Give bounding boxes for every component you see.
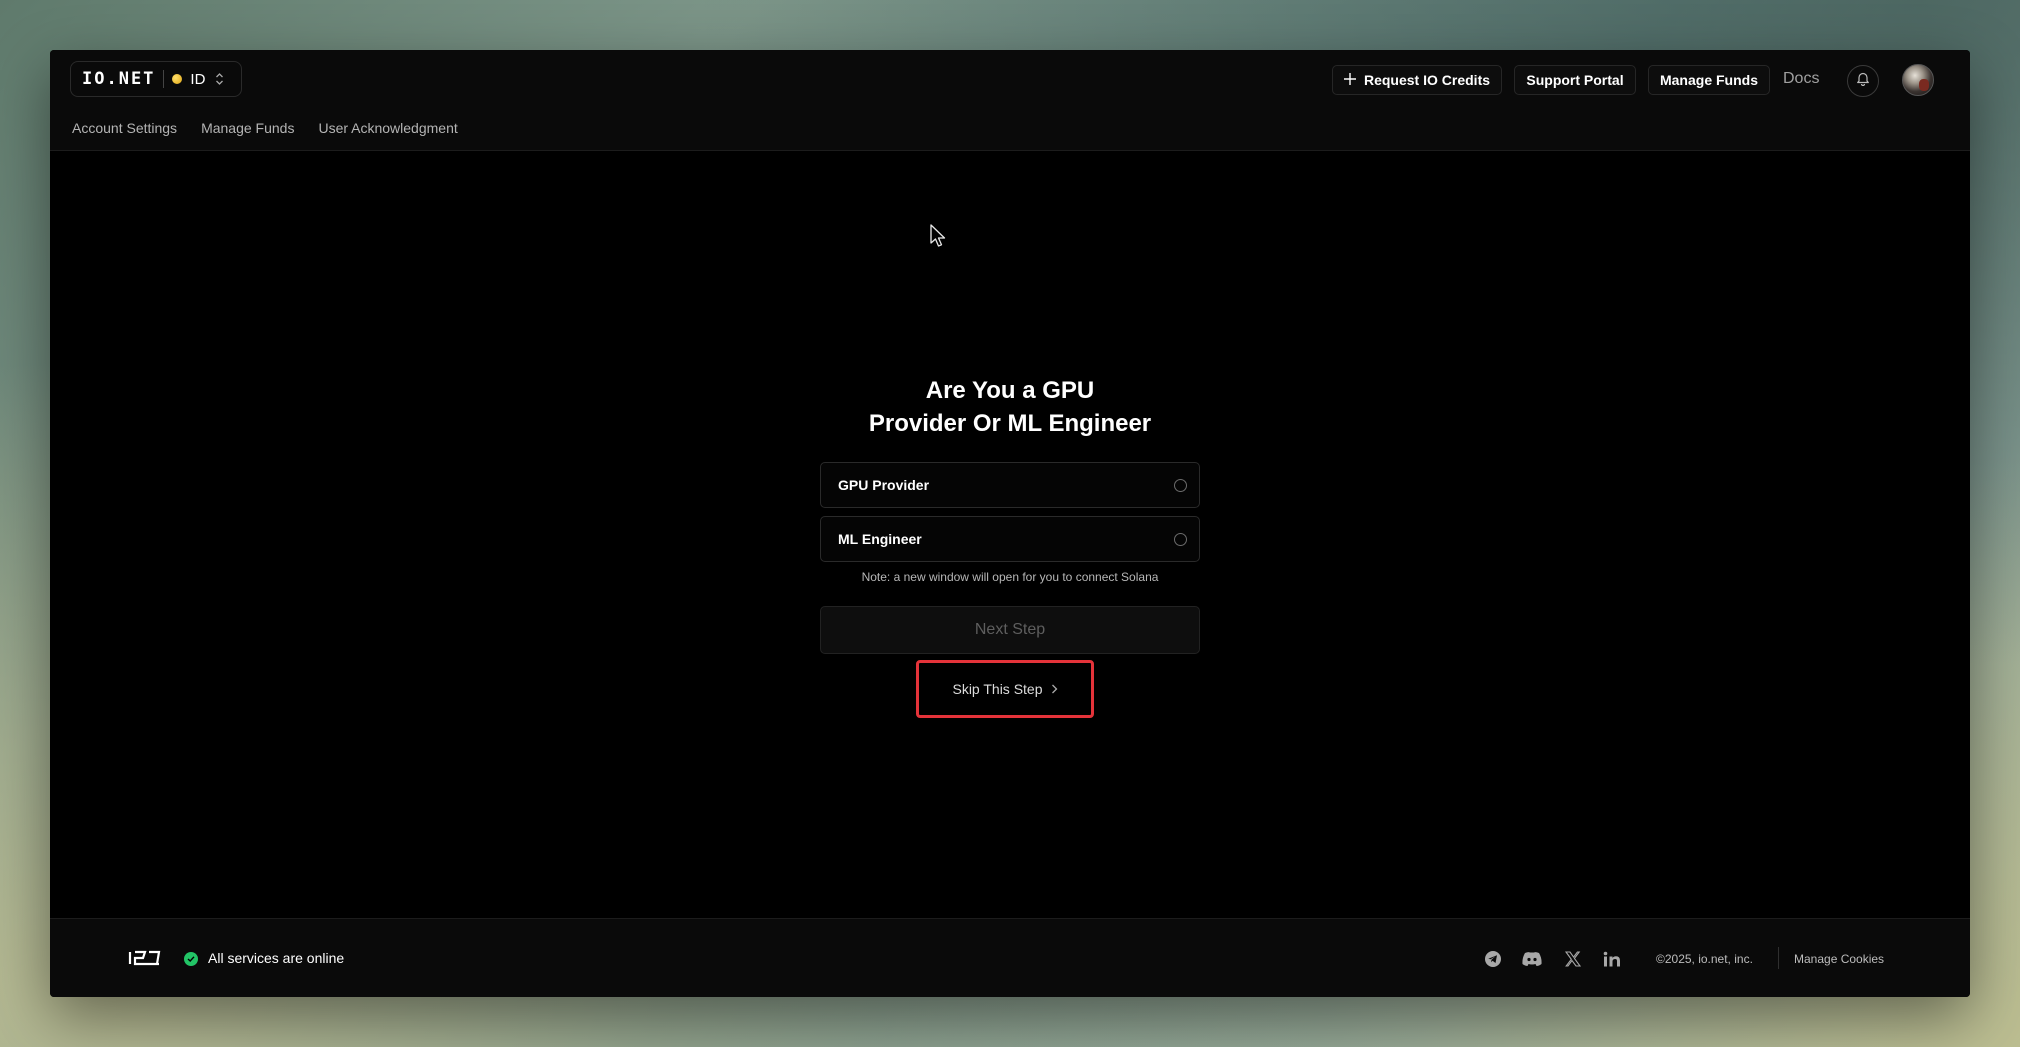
account-switcher[interactable]: IO.NET ID (70, 61, 242, 97)
sub-navigation: Account Settings Manage Funds User Ackno… (72, 120, 458, 136)
copyright-text: ©2025, io.net, inc. (1656, 952, 1753, 966)
service-status-text: All services are online (208, 950, 345, 966)
manage-funds-label: Manage Funds (1659, 72, 1758, 88)
status-online-icon (184, 952, 198, 966)
account-id-label: ID (190, 70, 206, 88)
user-avatar[interactable] (1902, 64, 1934, 96)
request-io-credits-label: Request IO Credits (1363, 72, 1491, 88)
page-title-line-1: Are You a GPU (925, 377, 1095, 404)
footer-logo-icon (128, 949, 162, 972)
account-status-dot (172, 74, 183, 84)
option-ml-engineer[interactable]: ML Engineer (820, 516, 1200, 562)
subnav-user-acknowledgment[interactable]: User Acknowledgment (318, 120, 457, 136)
page-title-line-2: Provider Or ML Engineer (868, 410, 1152, 437)
page-title: Are You a GPU Provider Or ML Engineer (770, 374, 1250, 440)
option-ml-engineer-label: ML Engineer (838, 531, 922, 547)
support-portal-button[interactable]: Support Portal (1514, 65, 1636, 95)
app-window: IO.NET ID Request IO Credits Support Por… (50, 50, 1970, 997)
footer-divider (1778, 947, 1779, 969)
solana-note: Note: a new window will open for you to … (861, 570, 1159, 584)
plus-icon (1343, 72, 1356, 88)
brand-logo: IO.NET (82, 69, 156, 89)
subnav-account-settings[interactable]: Account Settings (72, 120, 177, 136)
brand-divider (163, 70, 165, 88)
chevron-right-icon (1051, 681, 1058, 697)
footer: All services are online ©2025, io.net, i… (50, 918, 1970, 997)
option-gpu-provider-label: GPU Provider (838, 477, 930, 493)
skip-this-step-button[interactable]: Skip This Step (916, 660, 1094, 718)
x-twitter-icon[interactable] (1562, 948, 1584, 970)
option-gpu-provider[interactable]: GPU Provider (820, 462, 1200, 508)
manage-cookies-link[interactable]: Manage Cookies (1794, 952, 1884, 966)
bell-icon (1856, 71, 1870, 91)
manage-funds-button[interactable]: Manage Funds (1648, 65, 1770, 95)
chevron-up-down-icon (215, 72, 224, 86)
docs-link[interactable]: Docs (1783, 70, 1819, 88)
skip-this-step-label: Skip This Step (952, 681, 1043, 697)
telegram-icon[interactable] (1482, 948, 1504, 970)
mouse-cursor-icon (929, 224, 947, 253)
next-step-button[interactable]: Next Step (820, 606, 1200, 654)
request-io-credits-button[interactable]: Request IO Credits (1332, 65, 1502, 95)
notifications-button[interactable] (1847, 65, 1879, 97)
ml-engineer-radio[interactable] (1174, 532, 1187, 546)
top-header: IO.NET ID Request IO Credits Support Por… (50, 50, 1970, 151)
linkedin-icon[interactable] (1601, 948, 1623, 970)
next-step-label: Next Step (974, 621, 1046, 638)
subnav-manage-funds[interactable]: Manage Funds (201, 120, 294, 136)
discord-icon[interactable] (1521, 948, 1543, 970)
support-portal-label: Support Portal (1526, 72, 1624, 88)
gpu-provider-radio[interactable] (1174, 478, 1187, 492)
